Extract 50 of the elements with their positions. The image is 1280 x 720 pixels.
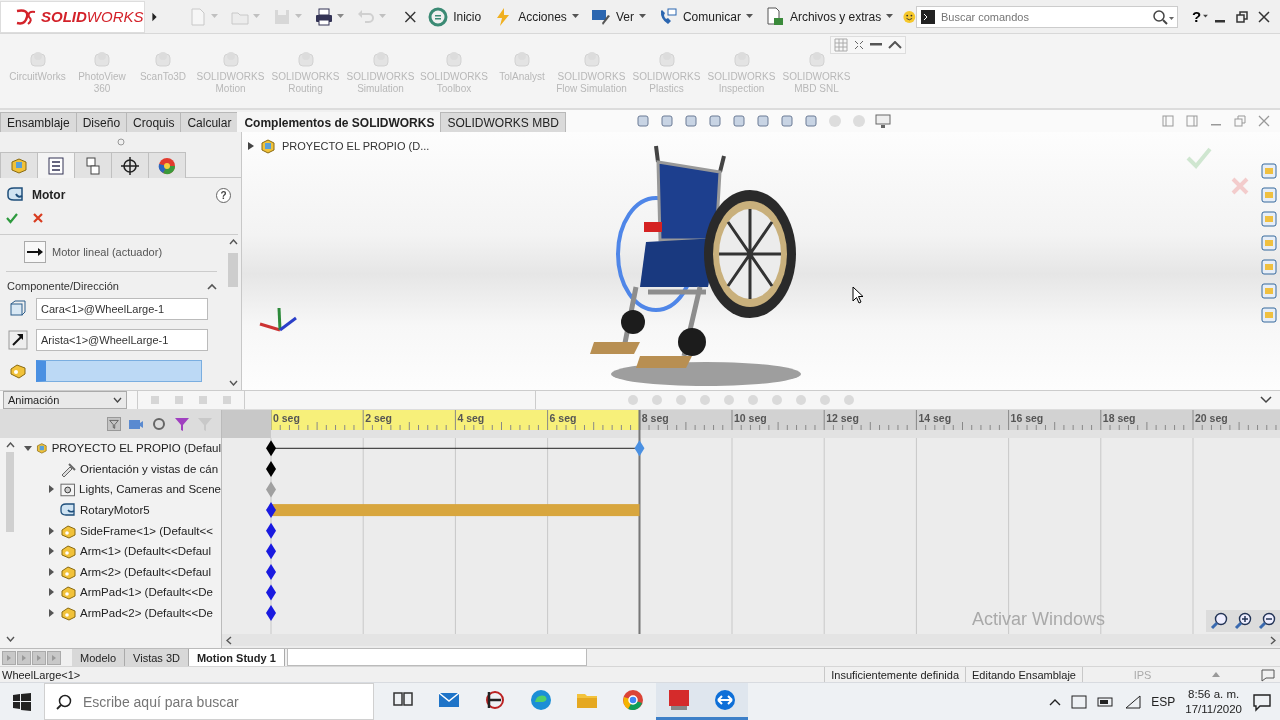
tab[interactable]: Ensamblaje (0, 112, 77, 132)
tick-label: 6 seg (549, 412, 577, 424)
tree-item[interactable]: ArmPad<2> (Default<<De (80, 607, 213, 620)
tick-label: 16 seg (1010, 412, 1044, 424)
menu-button[interactable]: Acciones (487, 1, 585, 32)
tick-label: 2 seg (365, 412, 393, 424)
menu-button[interactable]: Inicio (422, 1, 488, 32)
tree-item[interactable]: Arm<1> (Default<<Defaul (80, 545, 212, 558)
menu-button[interactable]: Archivos y extras (758, 1, 900, 32)
tick-label: 10 seg (734, 412, 767, 424)
menu-button[interactable]: Ver (584, 1, 652, 32)
selection-field[interactable]: Cara<1>@WheelLarge-1 (36, 298, 208, 320)
tick-label: 12 seg (826, 412, 859, 424)
tick-label: 14 seg (918, 412, 952, 424)
status-text: WheelLarge<1> (1, 668, 81, 681)
tree-item[interactable]: Arm<2> (Default<<Defaul (80, 565, 212, 578)
tab[interactable]: Calcular (180, 112, 239, 132)
activation-notice: Activar Windows (972, 609, 1106, 630)
help-button[interactable]: ? (216, 187, 231, 203)
tab[interactable]: SOLIDWORKS MBD (440, 112, 566, 132)
tree-item[interactable]: RotaryMotor5 (80, 504, 150, 517)
study-tab[interactable]: Vistas 3D (125, 649, 189, 666)
language-indicator[interactable]: ESP (1151, 694, 1176, 709)
section-title: Componente/Dirección (7, 280, 119, 292)
tick-label: 20 seg (1195, 412, 1228, 424)
help-button[interactable]: ? (1189, 8, 1204, 25)
tree-item[interactable]: Lights, Cameras and Scene (79, 483, 221, 496)
tree-item[interactable]: ArmPad<1> (Default<<De (80, 586, 213, 599)
panel-title: Motor (32, 188, 66, 202)
search-field[interactable]: Escribe aquí para buscar (44, 683, 374, 720)
tick-label: 8 seg (641, 412, 669, 424)
study-type-dropdown[interactable]: Animación (3, 391, 127, 409)
tab[interactable]: Complementos de SOLIDWORKS (237, 112, 442, 132)
tree-item[interactable]: SideFrame<1> (Default<< (80, 524, 213, 537)
tree-item[interactable]: PROYECTO EL PROPIO (Defaul (51, 442, 221, 455)
tick-label: 0 seg (273, 412, 300, 424)
search-field[interactable]: Buscar comandos (915, 5, 1178, 28)
study-tab[interactable]: Modelo (72, 649, 126, 666)
clock[interactable]: 8:56 a. m. 17/11/2020 (1185, 686, 1242, 717)
study-tab[interactable]: Motion Study 1 (188, 649, 285, 666)
tab[interactable]: Diseño (75, 112, 128, 132)
logo: SOLIDWORKS (0, 0, 145, 33)
menu-button[interactable]: Comunicar (651, 1, 759, 32)
tick-label: 4 seg (457, 412, 485, 424)
selection-field[interactable]: Arista<1>@WheelLarge-1 (36, 329, 208, 351)
tick-label: 18 seg (1102, 412, 1136, 424)
tree-item[interactable]: PROYECTO EL PROPIO (D... (282, 140, 430, 152)
tab[interactable]: Croquis (126, 112, 182, 132)
motor-type-option[interactable]: Motor lineal (actuador) (52, 246, 163, 258)
tree-item[interactable]: Orientación y vistas de cán (80, 462, 219, 475)
